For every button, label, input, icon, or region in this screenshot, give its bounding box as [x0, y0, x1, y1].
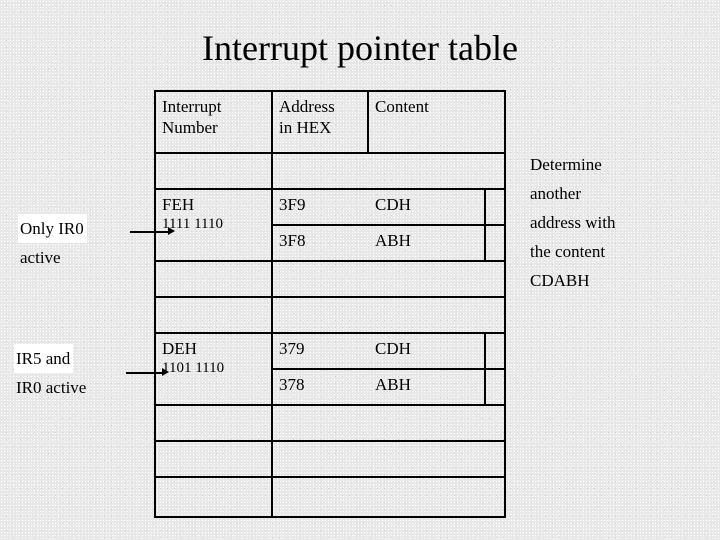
right-note-line-5: CDABH	[530, 271, 590, 290]
column-divider-1	[271, 406, 273, 440]
table-row	[156, 262, 504, 298]
header-interrupt-line1: Interrupt	[162, 97, 222, 116]
cell-address: 3F8	[279, 231, 306, 250]
cell-interrupt-number: FEH 1111 1110	[156, 190, 271, 260]
page-title: Interrupt pointer table	[202, 28, 518, 68]
callout-line-2: IR0 active	[16, 378, 87, 397]
table-row	[156, 154, 504, 190]
right-side-note: Determine another address with the conte…	[530, 150, 710, 295]
cell-address: 379	[279, 339, 305, 358]
cell-content: CDH	[375, 195, 411, 214]
header-cell-address-hex: Address in HEX	[273, 92, 367, 152]
interrupt-binary-value: 1101 1110	[162, 360, 225, 376]
header-content-line1: Content	[375, 97, 429, 116]
cell-content: CDH	[375, 339, 411, 358]
slide-canvas: Interrupt pointer table Interrupt Number…	[0, 0, 720, 540]
table-row	[156, 478, 504, 516]
callout-leader-line	[130, 231, 170, 233]
table-row: FEH 1111 1110 3F9 CDH 3F8 ABH	[156, 190, 504, 262]
table-row	[156, 406, 504, 442]
table-subrow: 3F8 ABH	[273, 226, 504, 262]
callout-only-ir0-active: Only IR0 active	[18, 214, 87, 272]
right-note-line-4: the content	[530, 242, 606, 261]
header-address-line1: Address	[279, 97, 335, 116]
callout-leader-line	[126, 372, 164, 374]
table-header-row: Interrupt Number Address in HEX Content	[156, 92, 504, 154]
column-divider-1	[271, 298, 273, 332]
right-note-line-1: Determine	[530, 155, 602, 174]
column-divider-1	[271, 478, 273, 516]
cell-address: 3F9	[279, 195, 306, 214]
interrupt-hex-value: DEH	[162, 339, 197, 358]
table-subrow: 379 CDH	[273, 334, 504, 370]
callout-line-1: IR5 and	[14, 344, 74, 373]
cell-content: ABH	[375, 375, 411, 394]
table-row	[156, 298, 504, 334]
column-divider-1	[271, 442, 273, 476]
callout-line-2: active	[20, 248, 61, 267]
table-row: DEH 1101 1110 379 CDH 378 ABH	[156, 334, 504, 406]
right-note-line-2: another	[530, 184, 581, 203]
callout-line-1: Only IR0	[18, 214, 87, 243]
header-cell-content: Content	[369, 92, 504, 152]
header-address-line2: in HEX	[279, 118, 332, 137]
right-note-line-3: address with	[530, 213, 616, 232]
arrowhead-icon	[162, 368, 169, 376]
header-interrupt-line2: Number	[162, 118, 218, 137]
cell-interrupt-number: DEH 1101 1110	[156, 334, 271, 404]
header-cell-interrupt-number: Interrupt Number	[156, 92, 271, 152]
callout-ir5-and-ir0-active: IR5 and IR0 active	[14, 344, 89, 402]
table-subrow: 3F9 CDH	[273, 190, 504, 226]
cell-address: 378	[279, 375, 305, 394]
column-divider-1	[271, 154, 273, 188]
interrupt-hex-value: FEH	[162, 195, 195, 214]
cell-content: ABH	[375, 231, 411, 250]
column-divider-1	[271, 262, 273, 296]
table-subrow: 378 ABH	[273, 370, 504, 406]
interrupt-pointer-table: Interrupt Number Address in HEX Content …	[154, 90, 506, 518]
table-row	[156, 442, 504, 478]
arrowhead-icon	[168, 227, 175, 235]
interrupt-binary-value: 1111 1110	[162, 216, 223, 232]
